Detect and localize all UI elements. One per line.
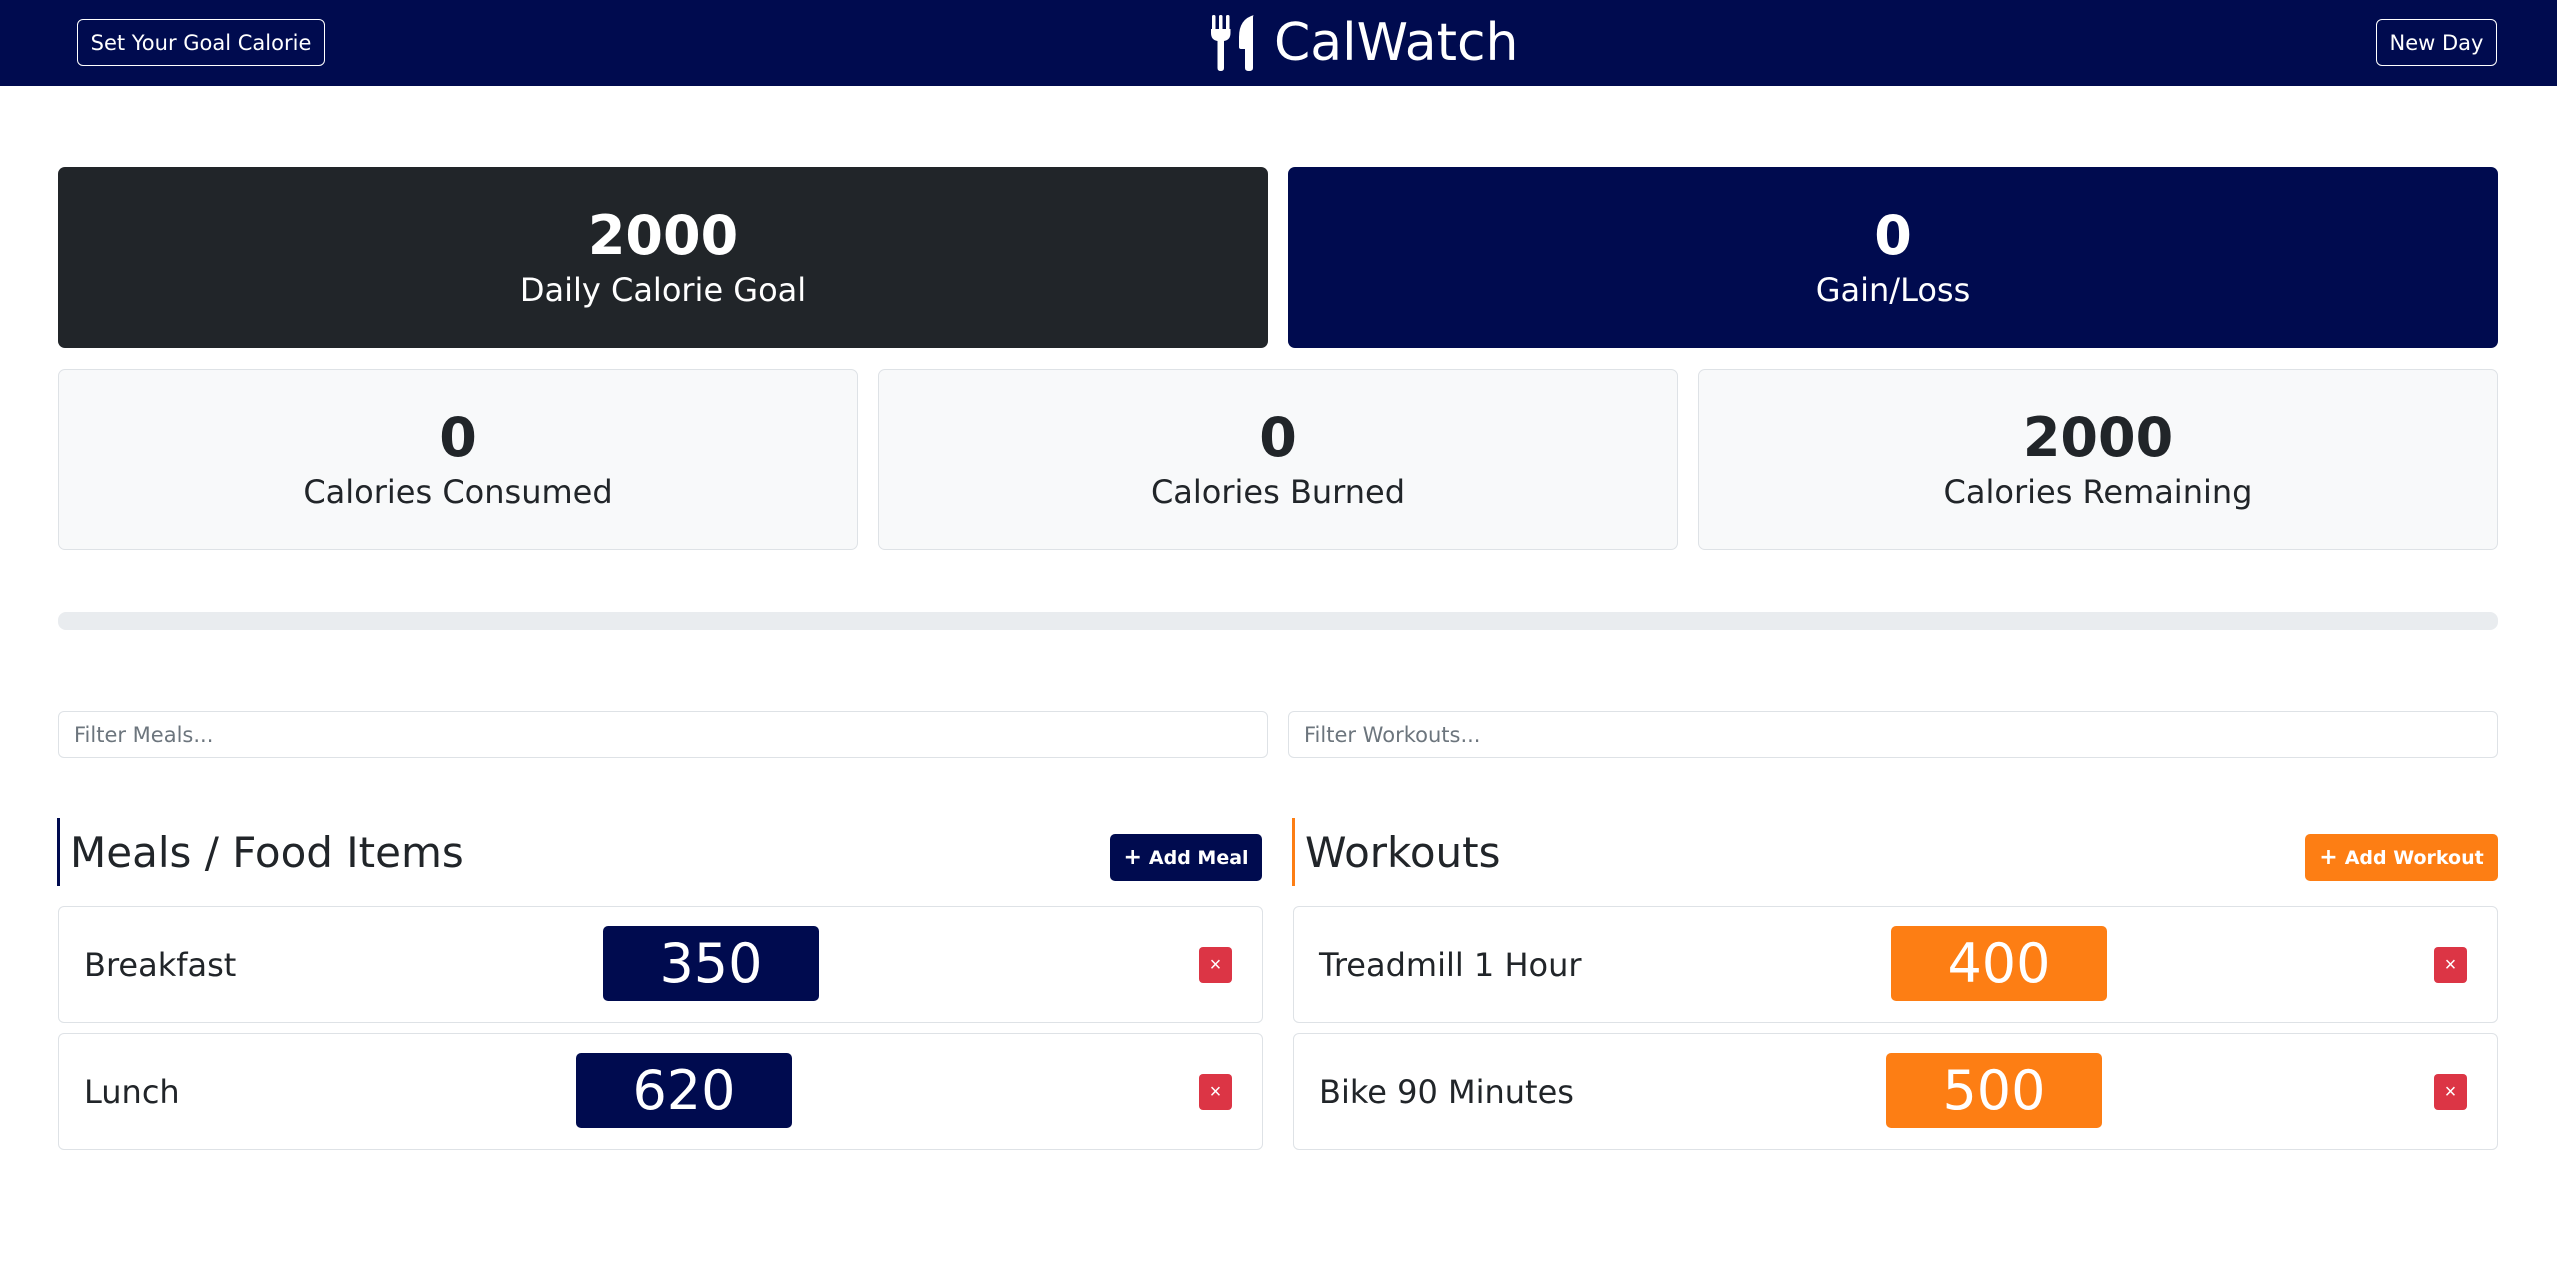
calories-remaining-value: 2000 (2022, 405, 2174, 469)
workout-item-calories: 500 (1886, 1053, 2102, 1128)
meals-heading: Meals / Food Items (57, 818, 464, 886)
add-workout-label: Add Workout (2344, 846, 2484, 869)
gain-loss-label: Gain/Loss (1815, 271, 1971, 310)
calories-burned-card: 0 Calories Burned (878, 369, 1678, 550)
workout-item-name: Treadmill 1 Hour (1319, 945, 1582, 984)
daily-goal-value: 2000 (587, 203, 739, 267)
workout-item: Bike 90 Minutes 500 × (1293, 1033, 2498, 1150)
daily-goal-card: 2000 Daily Calorie Goal (58, 167, 1268, 348)
meal-item-name: Breakfast (84, 945, 237, 984)
close-icon: × (2444, 953, 2457, 976)
add-workout-button[interactable]: + Add Workout (2305, 834, 2498, 881)
filter-meals-input[interactable] (58, 711, 1268, 758)
calories-burned-label: Calories Burned (1150, 473, 1406, 512)
close-icon: × (1209, 1080, 1222, 1103)
gain-loss-value: 0 (1874, 203, 1912, 267)
delete-meal-button[interactable]: × (1199, 947, 1232, 983)
plus-icon: + (1123, 845, 1142, 870)
meal-item-name: Lunch (84, 1072, 180, 1111)
calories-remaining-label: Calories Remaining (1943, 473, 2253, 512)
delete-meal-button[interactable]: × (1199, 1074, 1232, 1110)
close-icon: × (1209, 953, 1222, 976)
new-day-button[interactable]: New Day (2376, 19, 2497, 66)
calorie-progress-bar (58, 612, 2498, 630)
calories-consumed-label: Calories Consumed (303, 473, 613, 512)
set-goal-button[interactable]: Set Your Goal Calorie (77, 19, 325, 66)
calories-consumed-value: 0 (439, 405, 477, 469)
workout-item: Treadmill 1 Hour 400 × (1293, 906, 2498, 1023)
delete-workout-button[interactable]: × (2434, 1074, 2467, 1110)
add-meal-label: Add Meal (1148, 846, 1249, 869)
navbar: Set Your Goal Calorie CalWatch New Day (0, 0, 2557, 86)
workout-item-name: Bike 90 Minutes (1319, 1072, 1574, 1111)
utensils-icon (1211, 15, 1254, 71)
calories-burned-value: 0 (1259, 405, 1297, 469)
add-meal-button[interactable]: + Add Meal (1110, 834, 1262, 881)
meal-item: Lunch 620 × (58, 1033, 1263, 1150)
meal-item-calories: 620 (576, 1053, 792, 1128)
brand[interactable]: CalWatch (1210, 8, 1519, 78)
workout-item-calories: 400 (1891, 926, 2107, 1001)
calories-remaining-card: 2000 Calories Remaining (1698, 369, 2498, 550)
daily-goal-label: Daily Calorie Goal (519, 271, 807, 310)
filter-workouts-input[interactable] (1288, 711, 2498, 758)
calories-consumed-card: 0 Calories Consumed (58, 369, 858, 550)
close-icon: × (2444, 1080, 2457, 1103)
meal-item: Breakfast 350 × (58, 906, 1263, 1023)
gain-loss-card: 0 Gain/Loss (1288, 167, 2498, 348)
delete-workout-button[interactable]: × (2434, 947, 2467, 983)
brand-name: CalWatch (1274, 13, 1519, 73)
plus-icon: + (2319, 845, 2338, 870)
meal-item-calories: 350 (603, 926, 819, 1001)
workouts-heading: Workouts (1292, 818, 1501, 886)
